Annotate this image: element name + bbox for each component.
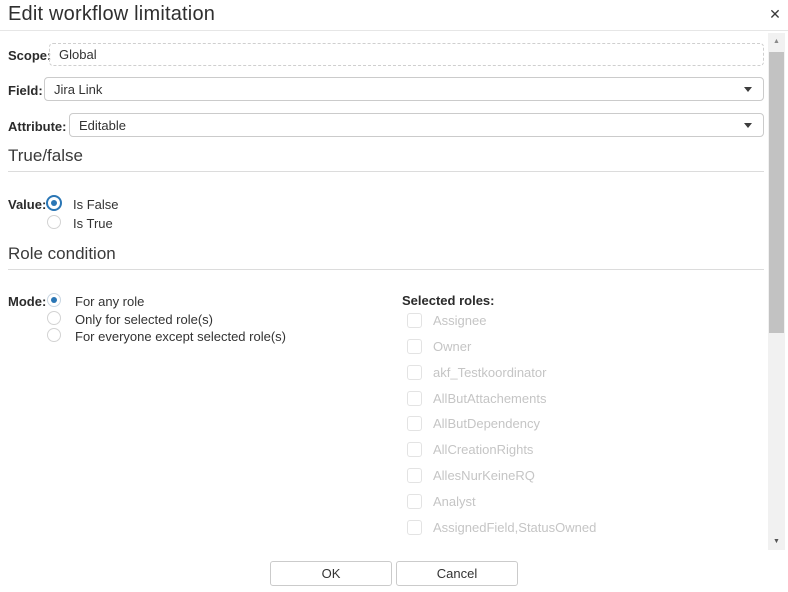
- checkbox-allesnurkeinerq: [407, 468, 422, 483]
- radio-only-selected-roles[interactable]: [47, 311, 61, 325]
- role-row: AllButAttachements: [407, 390, 546, 406]
- value-label: Value:: [8, 197, 46, 212]
- role-label: AllButAttachements: [433, 391, 546, 406]
- ok-button[interactable]: OK: [270, 561, 392, 586]
- mode-label: Mode:: [8, 294, 46, 309]
- checkbox-analyst: [407, 494, 422, 509]
- checkbox-assignee: [407, 313, 422, 328]
- radio-is-true-label[interactable]: Is True: [73, 216, 113, 231]
- close-icon[interactable]: ✕: [764, 3, 786, 25]
- role-row: Assignee: [407, 312, 486, 328]
- role-row: AllesNurKeineRQ: [407, 467, 535, 483]
- role-row: akf_Testkoordinator: [407, 364, 546, 380]
- role-label: Owner: [433, 339, 471, 354]
- radio-everyone-except-selected-label[interactable]: For everyone except selected role(s): [75, 329, 286, 344]
- scope-label: Scope:: [8, 48, 51, 63]
- field-label: Field:: [8, 83, 43, 98]
- role-label: AssignedField,StatusOwned: [433, 520, 596, 535]
- checkbox-allbutdependency: [407, 416, 422, 431]
- dialog-title: Edit workflow limitation: [8, 3, 215, 26]
- role-label: Analyst: [433, 494, 476, 509]
- header-divider: [0, 30, 788, 31]
- field-dropdown-value: Jira Link: [54, 82, 102, 97]
- role-label: Assignee: [433, 313, 486, 328]
- checkbox-akf-testkoordinator: [407, 365, 422, 380]
- role-label: akf_Testkoordinator: [433, 365, 546, 380]
- radio-everyone-except-selected[interactable]: [47, 328, 61, 342]
- attribute-label: Attribute:: [8, 119, 67, 134]
- attribute-dropdown-value: Editable: [79, 118, 126, 133]
- role-row: AllButDependency: [407, 415, 540, 431]
- field-dropdown[interactable]: Jira Link: [44, 77, 764, 101]
- radio-for-any-role[interactable]: [47, 293, 61, 307]
- section-heading-true-false: True/false: [8, 146, 83, 166]
- scrollbar-thumb[interactable]: [769, 52, 784, 333]
- role-label: AllCreationRights: [433, 442, 533, 457]
- role-row: Analyst: [407, 493, 476, 509]
- radio-is-false-label[interactable]: Is False: [73, 197, 119, 212]
- role-row: AllCreationRights: [407, 441, 533, 457]
- attribute-dropdown[interactable]: Editable: [69, 113, 764, 137]
- section-heading-role-condition: Role condition: [8, 244, 116, 264]
- role-row: Owner: [407, 338, 471, 354]
- section-divider: [8, 269, 764, 270]
- checkbox-allbutattachements: [407, 391, 422, 406]
- radio-is-false[interactable]: [46, 195, 62, 211]
- radio-is-true[interactable]: [47, 215, 61, 229]
- chevron-down-icon: [744, 87, 752, 92]
- role-label: AllesNurKeineRQ: [433, 468, 535, 483]
- radio-dot: [51, 297, 57, 303]
- scroll-down-icon[interactable]: ▼: [768, 533, 785, 550]
- cancel-button[interactable]: Cancel: [396, 561, 518, 586]
- role-row: AssignedField,StatusOwned: [407, 519, 596, 535]
- role-label: AllButDependency: [433, 416, 540, 431]
- radio-for-any-role-label[interactable]: For any role: [75, 294, 144, 309]
- section-divider: [8, 171, 764, 172]
- checkbox-assignedfield-statusowned: [407, 520, 422, 535]
- checkbox-owner: [407, 339, 422, 354]
- scope-field: Global: [49, 43, 764, 66]
- chevron-down-icon: [744, 123, 752, 128]
- checkbox-allcreationrights: [407, 442, 422, 457]
- radio-only-selected-roles-label[interactable]: Only for selected role(s): [75, 312, 213, 327]
- radio-dot: [51, 200, 57, 206]
- selected-roles-label: Selected roles:: [402, 293, 495, 308]
- scroll-up-icon[interactable]: ▲: [768, 33, 785, 50]
- vertical-scrollbar[interactable]: ▲ ▼: [768, 33, 785, 550]
